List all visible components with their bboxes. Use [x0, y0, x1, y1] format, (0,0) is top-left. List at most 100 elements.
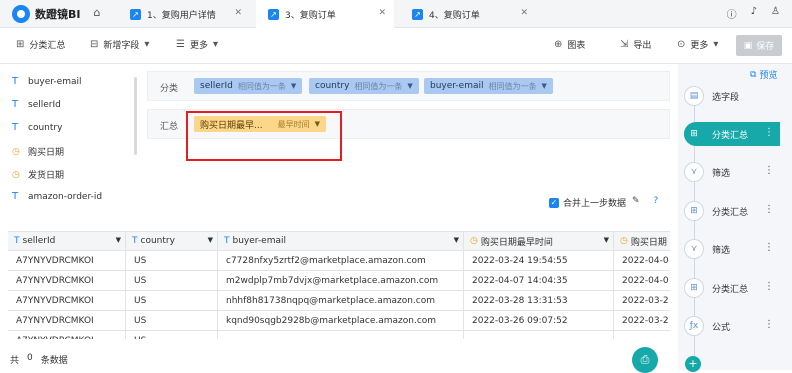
- table-cell[interactable]: US: [126, 291, 218, 311]
- save-button[interactable]: ▣ 保存: [736, 35, 782, 56]
- caret-down-icon[interactable]: ▼: [116, 236, 121, 244]
- group-chip-sellerid[interactable]: sellerId 相同值为一条 ▼: [194, 78, 303, 94]
- table-cell[interactable]: 2022-04-0: [614, 251, 670, 271]
- notification-icon[interactable]: ♪: [751, 6, 757, 21]
- table-cell[interactable]: 2022-03-2: [614, 291, 670, 311]
- caret-down-icon[interactable]: ▼: [208, 236, 213, 244]
- table-cell[interactable]: US: [126, 251, 218, 271]
- add-field-icon: ⊟: [90, 39, 99, 50]
- step-group-summary-3[interactable]: ⊞ 分类汇总 ⋮: [684, 276, 780, 300]
- row-count-prefix: 共: [10, 356, 20, 366]
- list-icon: ☰: [176, 39, 185, 50]
- table-cell[interactable]: 2022-03-26 09:07:52: [464, 311, 614, 331]
- table-cell[interactable]: [464, 331, 614, 339]
- table-cell[interactable]: c7728nfxy5zrtf2@marketplace.amazon.com: [218, 251, 464, 271]
- chip-name: sellerId: [200, 81, 233, 91]
- table-cell[interactable]: kqnd90sqgb2928b@marketplace.amazon.com: [218, 311, 464, 331]
- column-header-country[interactable]: T country ▼: [126, 232, 218, 251]
- export-button[interactable]: ⇲ 导出: [620, 38, 651, 51]
- assistant-button[interactable]: ⎙: [632, 347, 658, 373]
- merge-previous-option[interactable]: ✓ 合并上一步数据: [549, 196, 626, 209]
- app-name: 数蹬镜BI: [35, 8, 81, 21]
- highlight-box: [186, 111, 342, 161]
- group-chip-country[interactable]: country 相同值为一条 ▼: [309, 78, 419, 94]
- table-cell[interactable]: 2022-04-0: [614, 271, 670, 291]
- table-cell[interactable]: 2022-04-07 14:04:35: [464, 271, 614, 291]
- text-type-icon: T: [12, 122, 19, 133]
- more-vertical-icon[interactable]: ⋮: [764, 165, 774, 176]
- table-cell[interactable]: A7YNYVDRCMKOI: [8, 271, 126, 291]
- group-chip-buyer-email[interactable]: buyer-email 相同值为一条 ▼: [424, 78, 553, 94]
- more-vertical-icon[interactable]: ⋮: [764, 319, 774, 330]
- more-right-button[interactable]: ⊙ 更多 ▾: [677, 38, 718, 51]
- step-group-summary-2[interactable]: ⊞ 分类汇总 ⋮: [684, 199, 780, 223]
- column-header-sellerid[interactable]: T sellerId ▼: [8, 232, 126, 251]
- field-item-country[interactable]: T country: [12, 122, 62, 133]
- help-icon[interactable]: ⓘ: [727, 6, 737, 21]
- group-panel: 分类 sellerId 相同值为一条 ▼ country 相同值为一条 ▼ bu…: [147, 71, 670, 101]
- table-cell[interactable]: US: [126, 311, 218, 331]
- text-type-icon: T: [12, 191, 19, 202]
- group-icon: ⊞: [16, 39, 25, 50]
- table-cell[interactable]: US: [126, 271, 218, 291]
- table-cell[interactable]: A7YNYVDRCMKOI: [8, 311, 126, 331]
- preview-button[interactable]: ⧉ 预览: [750, 68, 777, 82]
- table-cell[interactable]: nhhf8h81738nqpq@marketplace.amazon.com: [218, 291, 464, 311]
- step-group-summary-1[interactable]: ⊞ 分类汇总 ⋮: [684, 122, 780, 146]
- step-filter-1[interactable]: ⋎ 筛选 ⋮: [684, 160, 780, 184]
- caret-down-icon: ▼: [407, 82, 413, 90]
- step-filter-2[interactable]: ⋎ 筛选 ⋮: [684, 237, 780, 261]
- home-icon[interactable]: ⌂: [90, 6, 104, 20]
- caret-down-icon: ▼: [541, 82, 547, 90]
- field-label: 购买日期: [28, 148, 65, 158]
- step-select-fields[interactable]: ▤ 选字段: [684, 84, 780, 108]
- field-item-sellerid[interactable]: T sellerId: [12, 99, 61, 110]
- caret-down-icon[interactable]: ▼: [454, 236, 459, 244]
- tab-label: 3、复购订单: [285, 10, 336, 21]
- row-count-suffix: 条数据: [40, 356, 68, 366]
- table-cell[interactable]: US: [126, 331, 218, 339]
- chip-name: buyer-email: [430, 81, 484, 91]
- text-type-icon: T: [12, 99, 19, 110]
- table-cell[interactable]: 2022-03-28 13:31:53: [464, 291, 614, 311]
- tab-repurchase-order-4[interactable]: ↗ 4、复购订单 ✕: [400, 0, 536, 28]
- checkbox-checked-icon[interactable]: ✓: [549, 197, 559, 208]
- more-left-button[interactable]: ☰ 更多 ▾: [176, 38, 218, 51]
- field-label: amazon-order-id: [28, 191, 103, 202]
- field-list-scrollbar[interactable]: [134, 77, 137, 155]
- tab-repurchase-user-detail[interactable]: ↗ 1、复购用户详情 ✕: [118, 0, 250, 28]
- table-cell[interactable]: A7YNYVDRCMKOI: [8, 291, 126, 311]
- more-vertical-icon[interactable]: ⋮: [764, 281, 774, 292]
- caret-down-icon[interactable]: ▼: [604, 236, 609, 244]
- field-item-amazon-order-id[interactable]: T amazon-order-id: [12, 191, 102, 202]
- field-item-buyer-email[interactable]: T buyer-email: [12, 76, 81, 87]
- field-item-ship-date[interactable]: ◷ 发货日期: [12, 168, 64, 182]
- close-icon[interactable]: ✕: [520, 8, 528, 18]
- filter-icon: ⋎: [684, 162, 704, 182]
- app-logo[interactable]: 数蹬镜BI: [12, 5, 80, 23]
- table-cell[interactable]: 2022-03-2: [614, 311, 670, 331]
- step-formula[interactable]: ƒx 公式 ⋮: [684, 314, 780, 338]
- field-item-purchase-date[interactable]: ◷ 购买日期: [12, 145, 65, 159]
- edit-icon[interactable]: ✎: [632, 196, 640, 206]
- table-cell[interactable]: A7YNYVDRCMKOI: [8, 331, 126, 339]
- close-icon[interactable]: ✕: [234, 8, 242, 18]
- more-vertical-icon[interactable]: ⋮: [764, 204, 774, 215]
- table-cell[interactable]: m2wdplp7mb7dvjx@marketplace.amazon.com: [218, 271, 464, 291]
- chart-button[interactable]: ⊕ 图表: [554, 38, 585, 51]
- column-header-earliest-purchase[interactable]: ◷ 购买日期最早时间 ▼: [464, 232, 614, 251]
- add-field-button[interactable]: ⊟ 新增字段 ▾: [90, 38, 149, 51]
- close-icon[interactable]: ✕: [378, 8, 386, 18]
- table-cell[interactable]: [614, 331, 670, 339]
- column-header-purchase-date[interactable]: ◷ 购买日期: [614, 232, 670, 251]
- table-cell[interactable]: [218, 331, 464, 339]
- table-cell[interactable]: A7YNYVDRCMKOI: [8, 251, 126, 271]
- help-circle-icon[interactable]: ?: [654, 196, 659, 206]
- group-summary-button[interactable]: ⊞ 分类汇总: [16, 38, 65, 51]
- table-cell[interactable]: 2022-03-24 19:54:55: [464, 251, 614, 271]
- user-icon[interactable]: ♙: [771, 6, 780, 21]
- more-vertical-icon[interactable]: ⋮: [764, 127, 774, 138]
- more-vertical-icon[interactable]: ⋮: [764, 242, 774, 253]
- column-header-buyer-email[interactable]: T buyer-email ▼: [218, 232, 464, 251]
- tab-repurchase-order-3[interactable]: ↗ 3、复购订单 ✕: [256, 0, 394, 28]
